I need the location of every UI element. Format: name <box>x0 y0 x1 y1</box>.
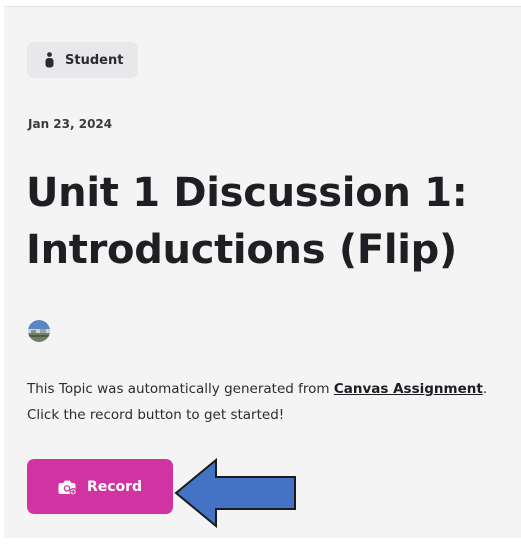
person-icon <box>45 52 54 68</box>
page-title: Unit 1 Discussion 1: Introductions (Flip… <box>26 170 468 273</box>
topic-date: Jan 23, 2024 <box>28 117 113 131</box>
arrow-left-icon <box>174 457 298 533</box>
role-label: Student <box>65 52 124 68</box>
record-button-label: Record <box>86 478 143 495</box>
role-badge: Student <box>27 42 139 78</box>
camera-plus-icon <box>58 479 77 495</box>
topic-panel: Student Jan 23, 2024 Unit 1 Discussion 1… <box>4 6 521 538</box>
canvas-assignment-link[interactable]: Canvas Assignment <box>334 381 483 397</box>
avatar[interactable] <box>28 320 50 342</box>
topic-description: This Topic was automatically generated f… <box>27 376 497 428</box>
description-prefix: This Topic was automatically generated f… <box>27 381 334 397</box>
record-button[interactable]: Record <box>27 459 173 514</box>
